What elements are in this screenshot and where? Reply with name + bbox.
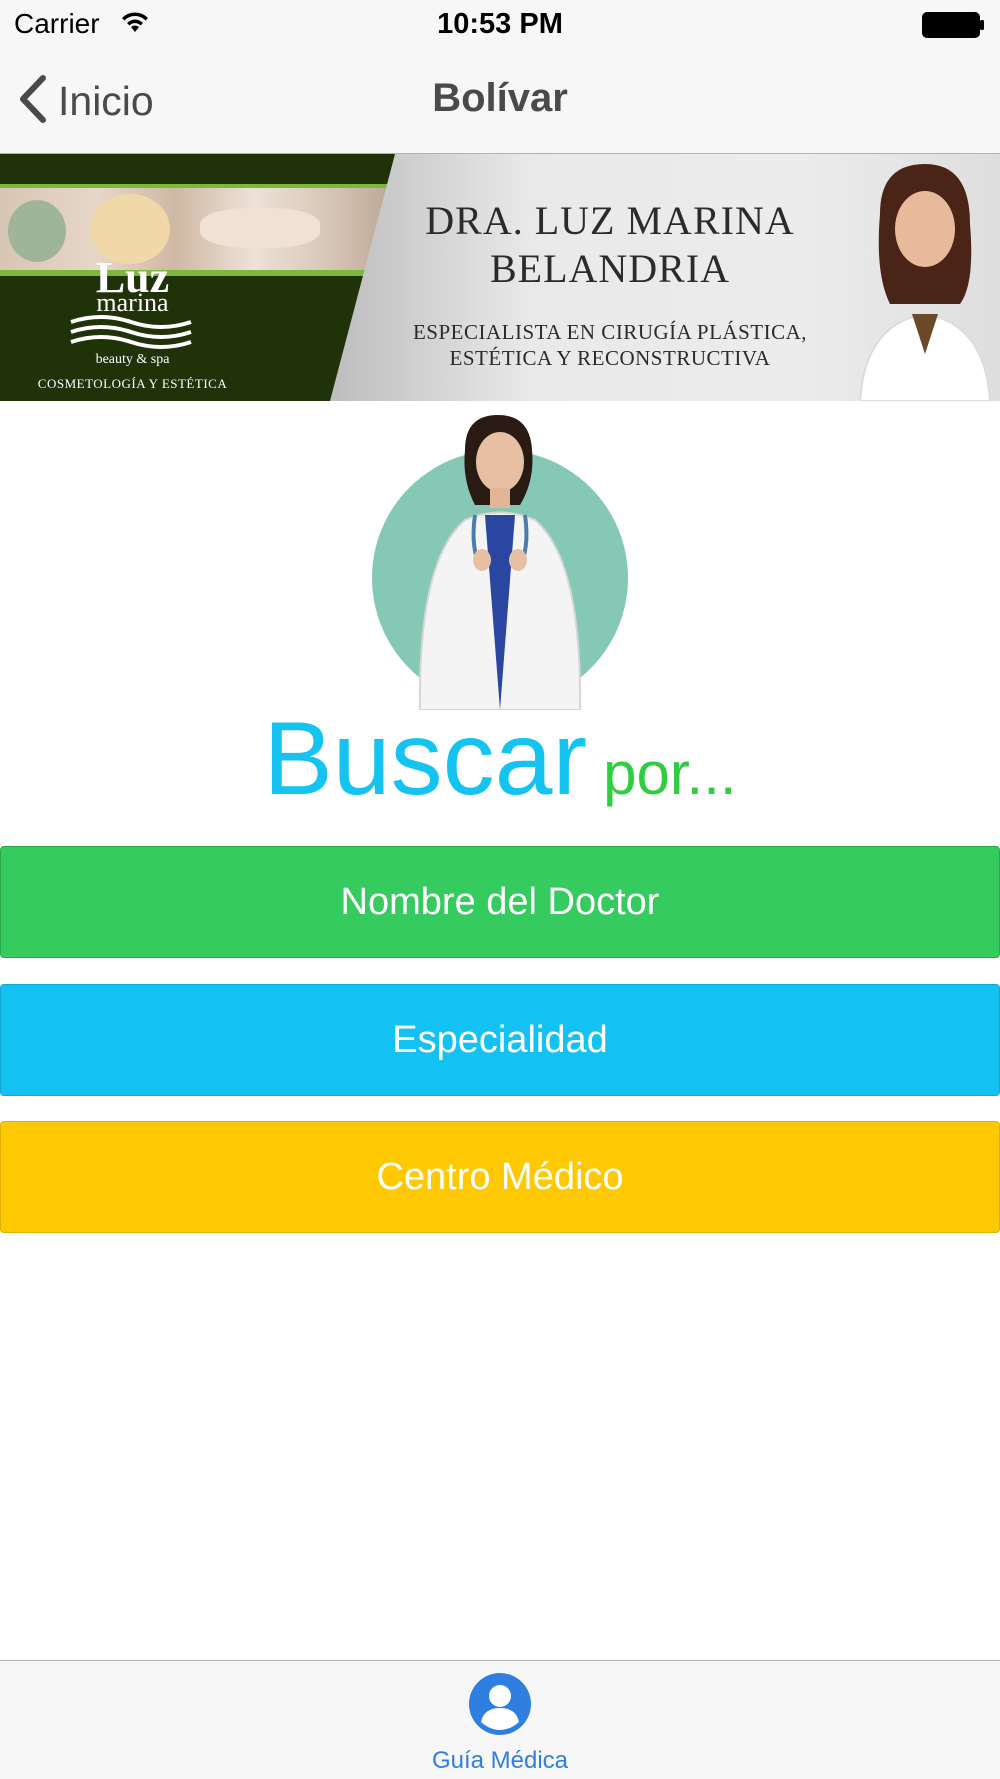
doctor-avatar — [370, 410, 630, 711]
status-time: 10:53 PM — [437, 8, 563, 40]
ad-banner[interactable]: Luz marina beauty & spa COSMETOLOGÍA Y E… — [0, 154, 1000, 401]
banner-doctor-specialty: ESPECIALISTA EN CIRUGÍA PLÁSTICA, ESTÉTI… — [412, 320, 807, 370]
tab-label: Guía Médica — [431, 1747, 569, 1774]
banner-spa-panel: Luz marina beauty & spa COSMETOLOGÍA Y E… — [0, 154, 395, 401]
search-by-specialty-button[interactable]: Especialidad — [0, 984, 1000, 1096]
banner-doctor-name: DRA. LUZ MARINA BELANDRIA — [425, 198, 795, 291]
spa-logo-caption: beauty & spa — [95, 352, 170, 367]
search-heading-main: Buscar — [263, 701, 588, 817]
search-heading: Buscar por... — [0, 700, 1000, 819]
search-by-medical-center-button[interactable]: Centro Médico — [0, 1121, 1000, 1233]
search-by-doctor-name-button[interactable]: Nombre del Doctor — [0, 846, 1000, 958]
status-bar: Carrier 10:53 PM — [0, 0, 1000, 50]
search-heading-sub: por... — [603, 740, 737, 807]
page-title: Bolívar — [432, 76, 568, 120]
spa-logo-tagline: COSMETOLOGÍA Y ESTÉTICA — [37, 376, 228, 391]
battery-icon — [922, 12, 986, 43]
doctor-portrait-icon — [840, 154, 1000, 401]
tab-bar: Guía Médica — [0, 1660, 1000, 1779]
user-icon — [468, 1672, 532, 1741]
spa-logo-waves-icon — [66, 312, 196, 357]
navigation-bar: Inicio Bolívar — [0, 50, 1000, 154]
tab-guia-medica[interactable]: Guía Médica — [400, 1661, 600, 1779]
doctor-illustration-icon — [370, 410, 630, 711]
